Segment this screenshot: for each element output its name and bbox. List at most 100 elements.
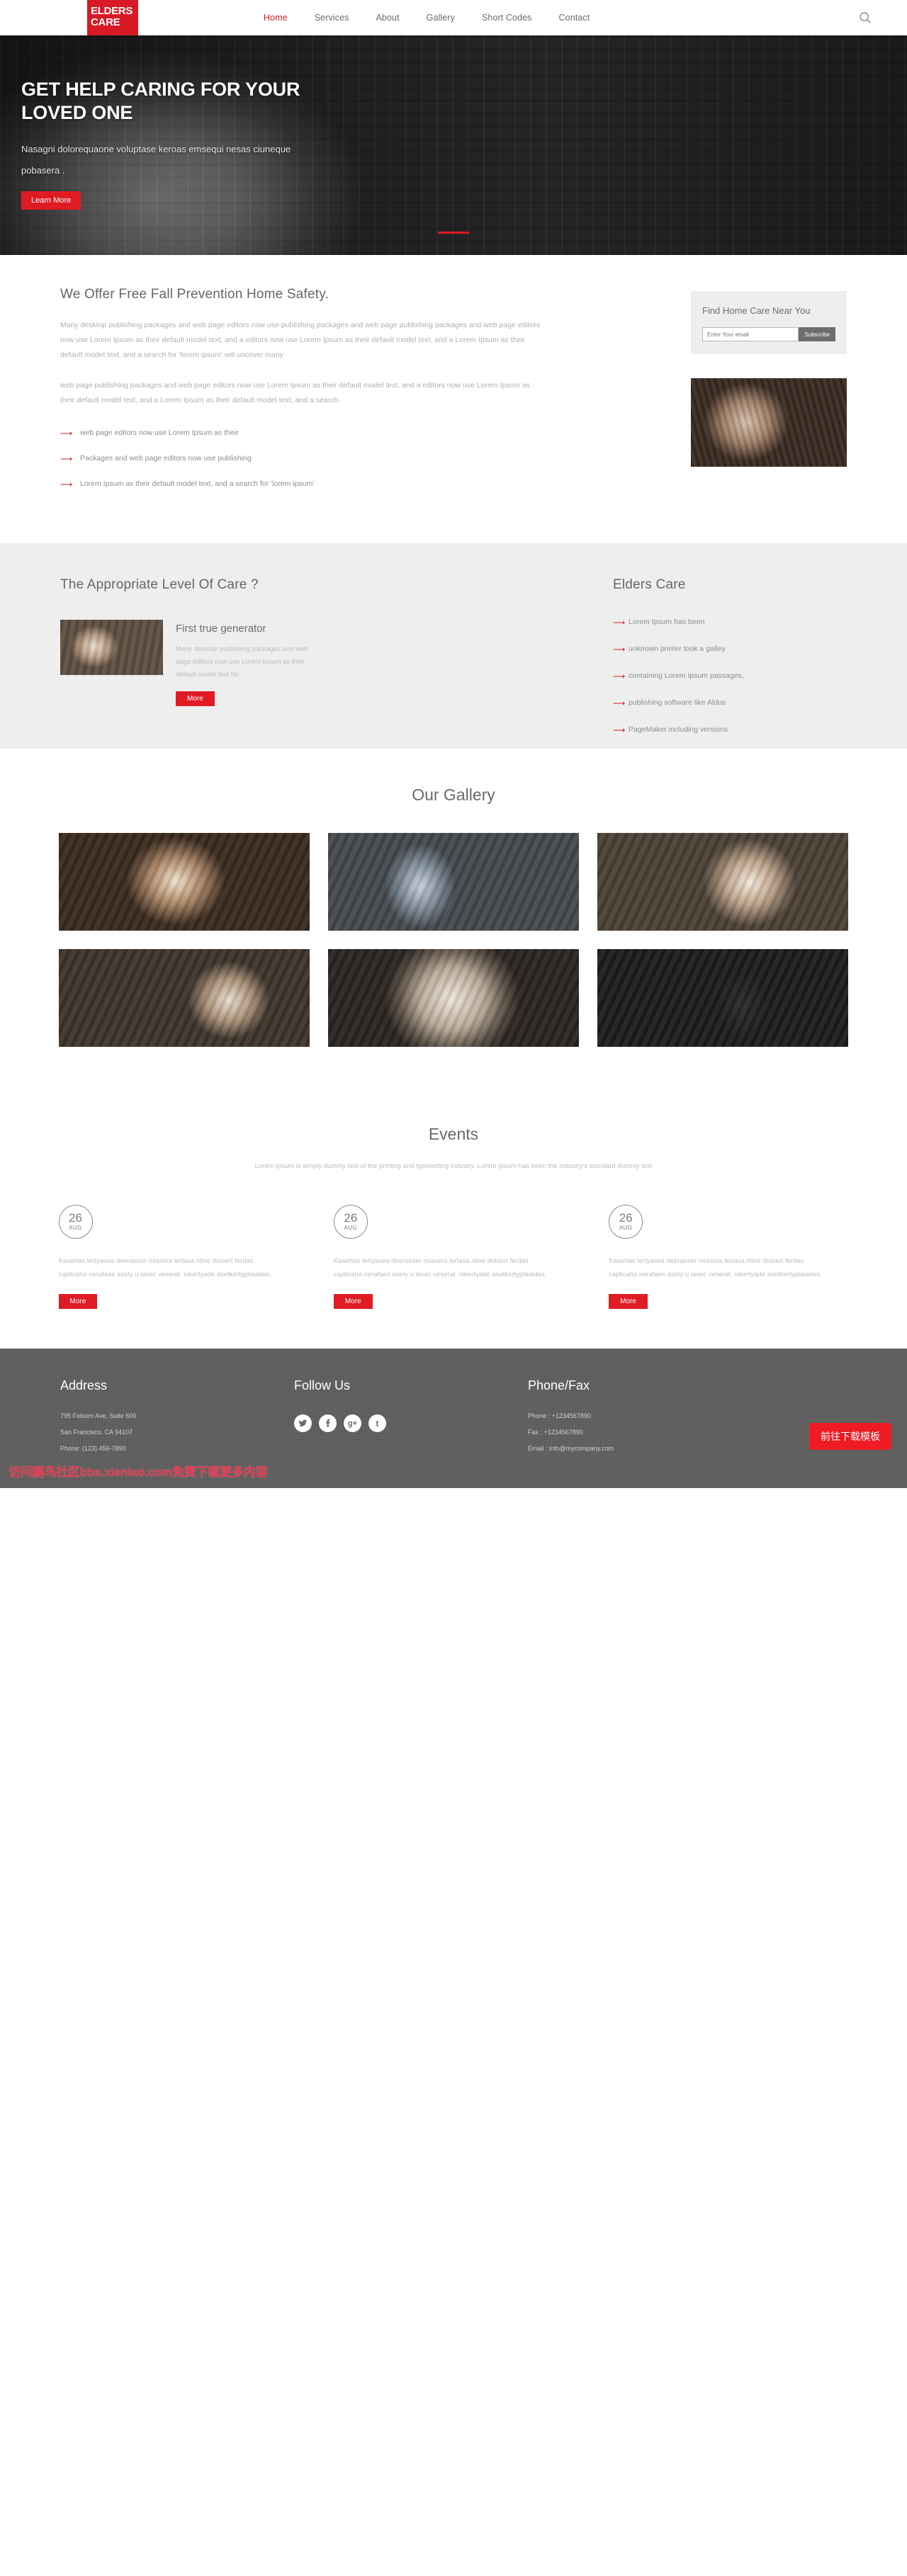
list-item-label: PageMaker including versions (629, 725, 728, 734)
events-heading: Events (428, 1125, 479, 1143)
facebook-icon[interactable] (319, 1414, 337, 1432)
hero-slider-indicator[interactable] (438, 232, 469, 234)
footer-email-line: Email : info@mycompany.com (528, 1445, 614, 1452)
gallery-photo-1[interactable] (59, 833, 310, 931)
footer-follow-column: Follow Us g+ t (294, 1378, 528, 1456)
footer-address-line-2: San Francisco, CA 94107 (60, 1429, 133, 1436)
footer-phone-column: Phone/Fax Phone : +1234567890 Fax : +123… (528, 1378, 762, 1456)
list-item-label: unknown printer took a galley (629, 645, 726, 653)
nav-item-gallery[interactable]: Gallery (427, 13, 455, 23)
site-logo[interactable]: ELDERS CARE (87, 0, 138, 35)
site-footer: Address 795 Folsom Ave, Suite 600 San Fr… (0, 1349, 907, 1488)
list-item-label: containing Lorem Ipsum passages, (629, 671, 744, 680)
event-day: 26 (619, 1211, 633, 1225)
arrow-right-icon: ⟶ (60, 454, 73, 464)
arrow-right-icon: ⟶ (613, 645, 626, 654)
twitter-icon[interactable] (294, 1414, 312, 1432)
arrow-right-icon: ⟶ (60, 480, 73, 489)
nav-item-short-codes[interactable]: Short Codes (482, 13, 532, 23)
list-item[interactable]: ⟶ Packages and web page editors now use … (60, 453, 542, 463)
gallery-heading: Our Gallery (412, 785, 495, 804)
care-heading: The Appropriate Level Of Care ? (60, 577, 259, 592)
arrow-right-icon: ⟶ (60, 429, 73, 438)
offer-paragraph-2: web page publishing packages and web pag… (60, 381, 531, 404)
subscribe-form: Subscribe (702, 327, 835, 341)
gallery-photo-5[interactable] (328, 949, 579, 1047)
learn-more-button[interactable]: Learn More (21, 191, 81, 210)
event-text: Kasertas lertyasea deeraeser miasera ler… (333, 1257, 547, 1278)
offer-sidebar: Find Home Care Near You Subscribe (691, 291, 847, 467)
event-more-button[interactable]: More (609, 1294, 648, 1309)
footer-follow-heading: Follow Us (294, 1378, 351, 1392)
footer-phone-line: Phone : +1234567890 (528, 1412, 591, 1419)
nav-item-contact[interactable]: Contact (559, 13, 590, 23)
gallery-grid (59, 833, 849, 1047)
event-date-badge: 26 AUG (333, 1205, 368, 1239)
event-month: AUG (619, 1225, 633, 1231)
logo-line-2: CARE (91, 16, 120, 28)
list-item-label: Packages and web page editors now use pu… (80, 454, 252, 463)
event-month: AUG (69, 1225, 82, 1231)
list-item[interactable]: ⟶ web page editors now use Lorem Ipsum a… (60, 428, 542, 438)
watermark-text: 访问鹂鸟社区bbs.xieniao.com免费下载更多内容 (9, 1465, 268, 1479)
search-icon[interactable] (859, 11, 872, 24)
gallery-photo-2[interactable] (328, 833, 579, 931)
logo-line-1: ELDERS (91, 5, 133, 17)
gallery-section: Our Gallery (0, 749, 907, 1089)
list-item[interactable]: ⟶ unknown printer took a galley (613, 644, 847, 654)
gallery-photo-4[interactable] (59, 949, 310, 1047)
main-navigation: Home Services About Gallery Short Codes … (264, 0, 590, 35)
google-plus-icon[interactable]: g+ (344, 1414, 361, 1432)
subscribe-button[interactable]: Subscribe (799, 327, 835, 341)
find-home-care-card: Find Home Care Near You Subscribe (691, 291, 847, 354)
care-card-photo (60, 620, 163, 675)
event-card: 26 AUG Kasertas lertyasea deeraeser mias… (609, 1205, 848, 1309)
hero-banner: GET HELP CARING FOR YOUR LOVED ONE Nasag… (0, 35, 907, 255)
sidebar-photo (691, 378, 847, 467)
offer-bullet-list: ⟶ web page editors now use Lorem Ipsum a… (60, 428, 542, 489)
event-card: 26 AUG Kasertas lertyasea deeraeser mias… (333, 1205, 573, 1309)
elders-care-column: Elders Care ⟶ Lorem Ipsum has been ⟶ unk… (613, 577, 847, 751)
gallery-photo-6[interactable] (597, 949, 848, 1047)
nav-item-home[interactable]: Home (264, 13, 288, 23)
event-card: 26 AUG Kasertas lertyasea deeraeser mias… (58, 1205, 298, 1309)
email-input[interactable] (702, 327, 799, 341)
event-date-badge: 26 AUG (58, 1205, 93, 1239)
list-item-label: publishing software like Aldus (629, 698, 726, 707)
list-item-label: web page editors now use Lorem Ipsum as … (80, 429, 239, 437)
care-card: First true generator Many desktop publis… (60, 620, 514, 706)
list-item-label: Lorem Ipsum has been (629, 618, 705, 626)
care-more-button[interactable]: More (176, 691, 215, 706)
footer-address-line-1: 795 Folsom Ave, Suite 600 (60, 1412, 137, 1419)
list-item[interactable]: ⟶ containing Lorem Ipsum passages, (613, 671, 847, 681)
elders-care-list: ⟶ Lorem Ipsum has been ⟶ unknown printer… (613, 617, 847, 734)
download-template-button[interactable]: 前往下载模板 (809, 1423, 891, 1450)
footer-address-heading: Address (60, 1378, 108, 1392)
list-item[interactable]: ⟶ Lorem Ipsum as their default model tex… (60, 479, 542, 489)
site-header: ELDERS CARE Home Services About Gallery … (0, 0, 907, 35)
offer-paragraph-1: Many desktop publishing packages and web… (60, 321, 541, 359)
list-item[interactable]: ⟶ Lorem Ipsum has been (613, 617, 847, 627)
list-item-label: Lorem Ipsum as their default model text,… (80, 480, 315, 488)
hero-title: GET HELP CARING FOR YOUR LOVED ONE (21, 79, 300, 123)
gallery-photo-3[interactable] (597, 833, 848, 931)
events-subtitle: Lorem Ipsum is simply dummy text of the … (254, 1162, 653, 1170)
event-day: 26 (69, 1211, 82, 1225)
list-item[interactable]: ⟶ PageMaker including versions (613, 725, 847, 734)
nav-item-about[interactable]: About (376, 13, 399, 23)
event-text: Kasertas lertyasea deeraeser miasera ler… (609, 1257, 822, 1278)
footer-phone-heading: Phone/Fax (528, 1378, 590, 1392)
find-home-care-title: Find Home Care Near You (702, 305, 811, 316)
arrow-right-icon: ⟶ (613, 698, 626, 708)
event-date-badge: 26 AUG (609, 1205, 643, 1239)
nav-item-services[interactable]: Services (315, 13, 349, 23)
event-day: 26 (344, 1211, 358, 1225)
events-section: Events Lorem Ipsum is simply dummy text … (0, 1089, 907, 1349)
event-more-button[interactable]: More (333, 1294, 373, 1309)
event-more-button[interactable]: More (58, 1294, 98, 1309)
tumblr-icon[interactable]: t (368, 1414, 386, 1432)
list-item[interactable]: ⟶ publishing software like Aldus (613, 698, 847, 708)
offer-section: We Offer Free Fall Prevention Home Safet… (0, 255, 907, 543)
offer-heading: We Offer Free Fall Prevention Home Safet… (60, 287, 329, 302)
footer-fax-line: Fax : +1234567890 (528, 1429, 583, 1436)
